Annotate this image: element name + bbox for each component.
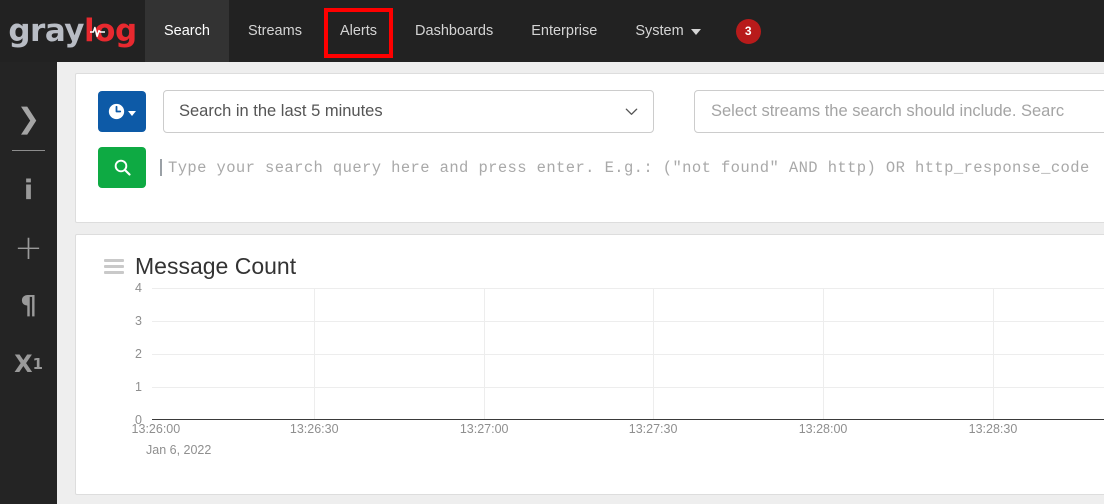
nav-item-search[interactable]: Search (145, 0, 229, 62)
chart-gridline-vertical (653, 288, 655, 419)
add-widget-icon[interactable]: + (0, 219, 57, 277)
drag-handle-line (104, 259, 124, 262)
timerange-select[interactable]: Search in the last 5 minutes (163, 90, 654, 133)
chart-gridline-vertical (484, 288, 486, 419)
nav-item-system[interactable]: System (616, 0, 719, 62)
chart-x-tick-label: 13:28:00 (798, 422, 848, 436)
nav-label-alerts: Alerts (339, 23, 378, 39)
subscript-x-glyph: X (14, 350, 33, 378)
timerange-caret-icon (128, 111, 136, 116)
pulse-icon (90, 26, 106, 37)
left-sidebar-rail: ❯ i + ¶ X1 (0, 62, 57, 504)
nav-label-streams: Streams (247, 23, 302, 39)
chart-gridline-horizontal (152, 387, 1104, 388)
chart-y-tick-label: 3 (135, 314, 142, 328)
nav-label-system: System (635, 23, 684, 39)
message-count-chart[interactable]: 01234 13:26:00 13:26:30 13:27:00 13:27:30 13… (124, 281, 1104, 463)
run-search-button[interactable] (98, 147, 146, 188)
notifications-badge-wrapper[interactable]: 3 (720, 0, 775, 62)
plus-glyph: + (14, 228, 43, 268)
chevron-down-icon (690, 29, 701, 35)
chart-x-tick-label: 13:26:30 (289, 422, 339, 436)
chart-x-tick-label: 13:28:30 (968, 422, 1018, 436)
logo-text-gray: gray (8, 12, 85, 49)
chart-gridline-vertical (823, 288, 825, 419)
nav-item-dashboards[interactable]: Dashboards (396, 0, 512, 62)
subscript-number: 1 (32, 354, 43, 373)
search-query-input[interactable]: Type your search query here and press en… (160, 147, 1104, 188)
chart-gridline-horizontal (152, 288, 1104, 289)
notification-count-badge: 3 (735, 18, 761, 44)
nav-label-search: Search (164, 23, 210, 39)
nav-item-enterprise[interactable]: Enterprise (512, 0, 616, 62)
chart-y-tick-label: 4 (135, 281, 142, 295)
text-cursor (160, 159, 162, 176)
main-content: Search in the last 5 minutes Select stre… (57, 62, 1104, 504)
nav-items: Search Streams Alerts Dashboards Enterpr… (145, 0, 775, 62)
logo-text-log: log (84, 15, 137, 47)
logo-wordmark: gray log (8, 12, 137, 49)
chart-gridline-horizontal (152, 354, 1104, 355)
nav-item-streams[interactable]: Streams (229, 0, 321, 62)
chevron-down-icon (625, 108, 638, 115)
nav-label-dashboards: Dashboards (415, 23, 494, 39)
graylog-app: gray log Search Streams Alerts Dashboard… (0, 0, 1104, 504)
chart-gridline-vertical (314, 288, 316, 419)
chart-plot-area (152, 288, 1104, 420)
nav-item-alerts[interactable]: Alerts (321, 0, 396, 62)
widget-title: Message Count (135, 253, 297, 279)
search-query-placeholder: Type your search query here and press en… (168, 158, 1090, 177)
chart-gridline-vertical (992, 288, 994, 419)
chart-x-tick-label: 13:27:00 (459, 422, 509, 436)
search-query-row: Type your search query here and press en… (98, 147, 1104, 188)
stream-select-input[interactable]: Select streams the search should include… (694, 90, 1104, 133)
chart-y-tick-label: 1 (135, 380, 142, 394)
info-glyph: i (23, 174, 34, 206)
sidebar-divider (12, 150, 45, 151)
chart-x-tick-label: 13:26:00 (131, 422, 181, 436)
top-navbar: gray log Search Streams Alerts Dashboard… (0, 0, 1104, 62)
stream-select-placeholder: Select streams the search should include… (711, 102, 1065, 120)
chevron-right-glyph: ❯ (16, 102, 41, 135)
message-count-widget: Message Count 01234 13:26:00 13:26:30 13:2… (75, 234, 1104, 495)
pilcrow-glyph: ¶ (20, 291, 37, 321)
timerange-selected-value: Search in the last 5 minutes (179, 102, 383, 120)
drag-handle-icon[interactable] (104, 259, 124, 274)
info-icon[interactable]: i (0, 161, 57, 219)
chart-y-tick-label: 2 (135, 347, 142, 361)
search-controls-row: Search in the last 5 minutes Select stre… (98, 90, 1104, 133)
expand-sidebar-icon[interactable]: ❯ (0, 90, 57, 148)
search-icon (114, 159, 131, 176)
chart-gridline-horizontal (152, 321, 1104, 322)
search-bar-card: Search in the last 5 minutes Select stre… (75, 73, 1104, 223)
drag-handle-line (104, 271, 124, 274)
clock-icon (108, 103, 125, 120)
pilcrow-icon[interactable]: ¶ (0, 277, 57, 335)
widget-header: Message Count (96, 253, 1104, 280)
chart-x-axis: 13:26:00 13:26:30 13:27:00 13:27:30 13:28:00… (132, 422, 1104, 442)
chart-y-axis: 01234 (124, 281, 148, 427)
timerange-type-button[interactable] (98, 91, 146, 132)
fields-subscript-icon[interactable]: X1 (0, 335, 57, 393)
drag-handle-line (104, 265, 124, 268)
nav-label-enterprise: Enterprise (531, 23, 598, 39)
chart-date-label: Jan 6, 2022 (146, 443, 212, 457)
graylog-logo[interactable]: gray log (0, 0, 145, 62)
chart-x-tick-label: 13:27:30 (628, 422, 678, 436)
